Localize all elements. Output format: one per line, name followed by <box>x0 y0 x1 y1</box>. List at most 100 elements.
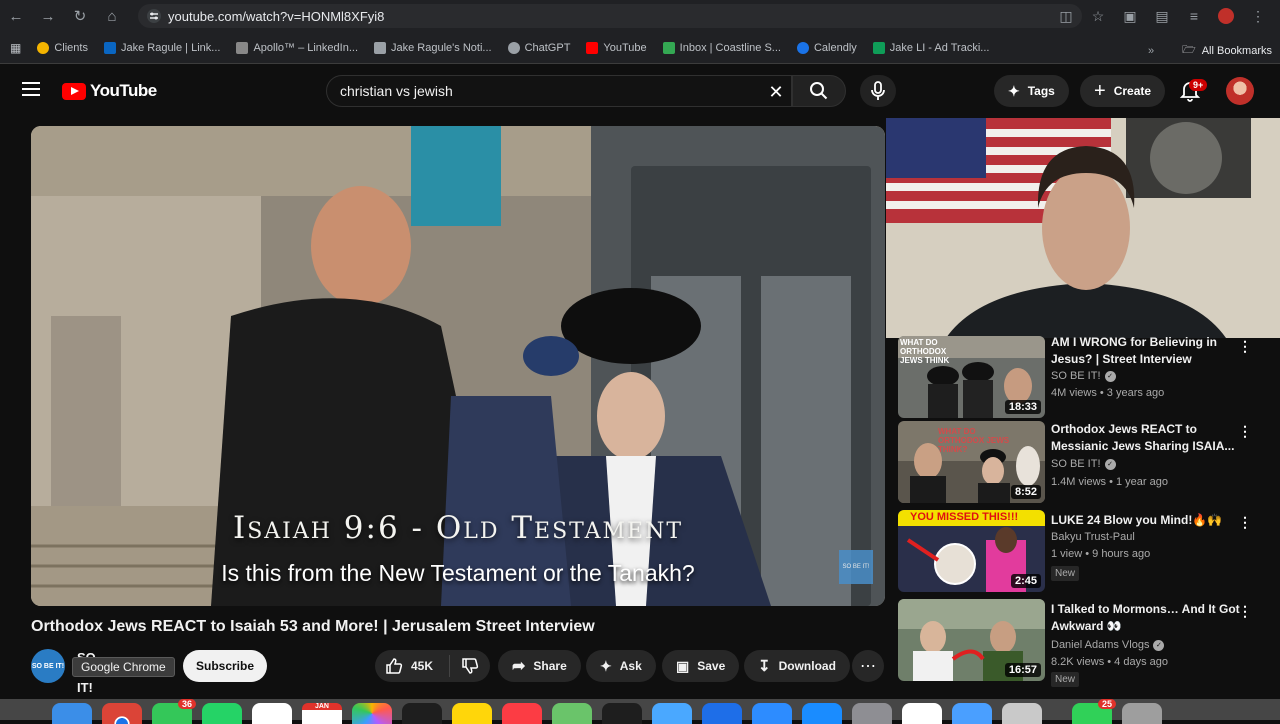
facetime-icon[interactable]: 25 <box>1072 699 1116 724</box>
verified-icon: ✓ <box>1104 458 1116 470</box>
verified-icon: ✓ <box>1104 370 1116 382</box>
search-button[interactable] <box>792 75 846 107</box>
notes-icon[interactable] <box>452 703 492 724</box>
youtube-header: YouTube christian vs jewish ✕ ✦ Tags + C… <box>0 65 1280 117</box>
figma-icon[interactable] <box>402 703 442 724</box>
apps-grid-icon[interactable]: ▦ <box>0 41 29 55</box>
trash-icon[interactable] <box>1122 703 1162 724</box>
finder-icon[interactable] <box>52 703 92 724</box>
reading-list-icon[interactable]: ≡ <box>1180 2 1208 30</box>
zoom-icon[interactable] <box>752 703 792 724</box>
video-overlay-subtitle: Is this from the New Testament or the Ta… <box>221 560 695 586</box>
webcam-overlay <box>886 118 1280 338</box>
ask-button[interactable]: ✦ Ask <box>586 650 656 682</box>
more-actions-icon[interactable]: ⋯ <box>852 650 884 682</box>
bookmark-inbox[interactable]: Inbox | Coastline S... <box>655 41 789 54</box>
extensions-icon[interactable]: ▣ <box>1116 2 1144 30</box>
finder-2-icon[interactable] <box>952 703 992 724</box>
whatsapp-icon[interactable] <box>202 703 242 724</box>
browser-app-icon[interactable] <box>652 703 692 724</box>
recommendation-channel[interactable]: Bakyu Trust-Paul <box>1051 531 1135 543</box>
chrome-icon[interactable] <box>102 703 142 724</box>
recommendation-item[interactable]: 16:57 I Talked to Mormons… And It Got Aw… <box>898 599 1268 687</box>
capcut-icon[interactable] <box>902 703 942 724</box>
kebab-menu-icon[interactable]: ⋮ <box>1238 423 1252 440</box>
chevron-double-right-icon[interactable]: » <box>1148 45 1154 57</box>
recommendation-channel[interactable]: Daniel Adams Vlogs ✓ <box>1051 639 1165 651</box>
recommendation-channel[interactable]: SO BE IT! ✓ <box>1051 458 1116 470</box>
share-button[interactable]: ➦ Share <box>498 650 581 682</box>
voice-search-button[interactable] <box>860 75 896 107</box>
video-thumbnail[interactable]: WHAT DO ORTHODOX JEWS THINK? 8:52 <box>898 421 1045 503</box>
download-button[interactable]: ↧ Download <box>744 650 850 682</box>
bookmark-clients[interactable]: Clients <box>29 41 96 54</box>
facetime-badge: 25 <box>1097 699 1116 709</box>
tags-button[interactable]: ✦ Tags <box>994 75 1069 107</box>
site-settings-icon[interactable] <box>146 8 162 24</box>
bookmark-calendly[interactable]: Calendly <box>789 41 865 54</box>
address-bar[interactable]: youtube.com/watch?v=HONMl8XFyi8 <box>138 4 1082 28</box>
browser-actions: ◫ ☆ ▣ ▤ ≡ ⋮ <box>1052 0 1280 32</box>
video-player[interactable]: Isaiah 9:6 - Old Testament Is this from … <box>31 126 885 606</box>
music-icon[interactable] <box>502 703 542 724</box>
kebab-menu-icon[interactable]: ⋮ <box>1238 603 1252 620</box>
bookmark-ad-tracking[interactable]: Jake LI - Ad Tracki... <box>865 41 998 54</box>
verified-icon: ✓ <box>1153 639 1165 651</box>
bookmark-linkedin[interactable]: Jake Ragule | Link... <box>96 41 228 54</box>
zapier-icon[interactable] <box>702 703 742 724</box>
youtube-play-icon <box>62 82 86 100</box>
recommendation-item[interactable]: WHAT DO ORTHODOX JEWS THINK 18:33 AM I W… <box>898 334 1268 420</box>
photos-icon[interactable] <box>352 703 392 724</box>
video-title: Orthodox Jews REACT to Isaiah 53 and Mor… <box>31 618 595 635</box>
recommendation-item[interactable]: YOU MISSED THIS!!! 2:45 LUKE 24 Blow you… <box>898 510 1268 594</box>
calendar-icon[interactable]: JAN <box>302 703 342 724</box>
youtube-icon <box>586 41 599 54</box>
chrome-menu-icon[interactable]: ⋮ <box>1244 2 1272 30</box>
messages-icon[interactable]: 36 <box>152 699 196 724</box>
like-button[interactable]: 45K <box>375 655 450 677</box>
bookmark-notion[interactable]: Jake Ragule's Noti... <box>366 41 500 54</box>
subscribe-button[interactable]: Subscribe <box>183 650 268 682</box>
bookmark-star-icon[interactable]: ☆ <box>1084 2 1112 30</box>
chatgpt-app-icon[interactable] <box>602 703 642 724</box>
recommendation-title[interactable]: LUKE 24 Blow you Mind!🔥🙌 <box>1051 512 1247 529</box>
profile-avatar[interactable] <box>1212 2 1240 30</box>
slack-icon[interactable] <box>252 703 292 724</box>
forward-icon[interactable]: → <box>32 0 64 32</box>
bookmark-apollo[interactable]: Apollo™ – LinkedIn... <box>228 41 366 54</box>
clear-search-icon[interactable]: ✕ <box>765 81 787 103</box>
back-icon[interactable]: ← <box>0 0 32 32</box>
preview-icon[interactable] <box>1002 703 1042 724</box>
all-bookmarks[interactable]: » 🗁 All Bookmarks <box>1148 41 1272 60</box>
channel-watermark[interactable]: SO BE IT! <box>839 550 873 584</box>
recommendation-item[interactable]: WHAT DO ORTHODOX JEWS THINK? 8:52 Orthod… <box>898 421 1268 505</box>
reload-icon[interactable]: ↻ <box>64 0 96 32</box>
system-settings-icon[interactable] <box>852 703 892 724</box>
bookmark-chatgpt[interactable]: ChatGPT <box>500 41 579 54</box>
video-thumbnail[interactable]: 16:57 <box>898 599 1045 681</box>
youtube-logo[interactable]: YouTube <box>62 81 157 101</box>
dislike-button[interactable] <box>450 657 490 675</box>
home-icon[interactable]: ⌂ <box>96 0 128 32</box>
recommendation-channel[interactable]: SO BE IT! ✓ <box>1051 370 1116 382</box>
search-icon <box>810 82 828 100</box>
video-thumbnail[interactable]: YOU MISSED THIS!!! 2:45 <box>898 510 1045 592</box>
create-button[interactable]: + Create <box>1080 75 1166 107</box>
app-store-icon[interactable] <box>802 703 842 724</box>
kebab-menu-icon[interactable]: ⋮ <box>1238 514 1252 531</box>
video-thumbnail[interactable]: WHAT DO ORTHODOX JEWS THINK 18:33 <box>898 336 1045 418</box>
recommendation-title[interactable]: AM I WRONG for Believing in Jesus? | Str… <box>1051 334 1247 368</box>
maps-icon[interactable] <box>552 703 592 724</box>
side-panel-icon[interactable]: ▤ <box>1148 2 1176 30</box>
account-avatar[interactable] <box>1226 77 1254 105</box>
tooltip: Google Chrome <box>72 657 175 677</box>
kebab-menu-icon[interactable]: ⋮ <box>1238 338 1252 355</box>
recommendation-title[interactable]: I Talked to Mormons… And It Got Awkward … <box>1051 601 1247 635</box>
bookmark-youtube[interactable]: YouTube <box>578 41 654 54</box>
cast-icon[interactable]: ◫ <box>1052 2 1080 30</box>
channel-avatar[interactable]: SO BE IT! <box>31 649 65 683</box>
menu-icon[interactable] <box>22 82 40 96</box>
recommendation-title[interactable]: Orthodox Jews REACT to Messianic Jews Sh… <box>1051 421 1247 455</box>
search-input[interactable]: christian vs jewish ✕ <box>326 75 792 107</box>
save-button[interactable]: ▣ Save <box>662 650 740 682</box>
